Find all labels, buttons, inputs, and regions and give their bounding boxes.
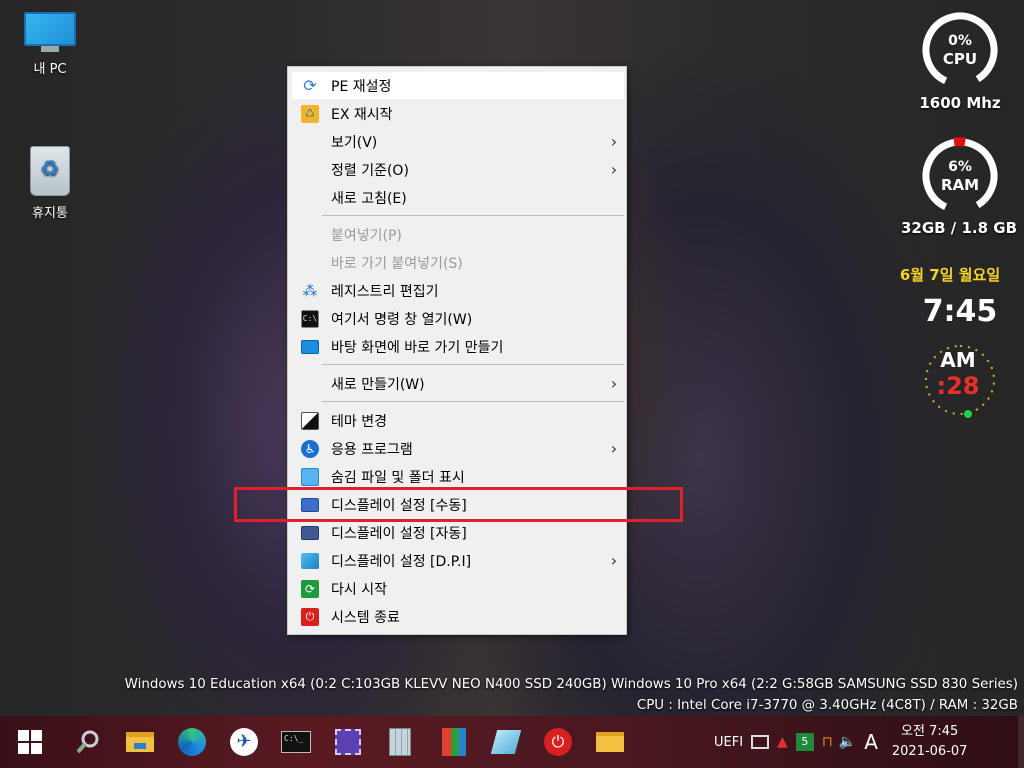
uefi-label: UEFI (714, 734, 744, 750)
cmd-icon: C:\_ (281, 731, 311, 753)
chevron-right-icon: › (610, 132, 618, 151)
sysinfo-line-1: Windows 10 Education x64 (0:2 C:103GB KL… (124, 677, 1018, 692)
search-button[interactable] (70, 725, 106, 759)
taskbar: ✈ C:\_ ⏻ UEFI ▲ 5 ⊓ 🔈 A 오전 7:45 2021-06-… (0, 716, 1024, 768)
this-pc-icon (24, 12, 76, 52)
menu-separator (322, 215, 624, 216)
menu-item-display-dpi[interactable]: 디스플레이 설정 [D.P.I] › (292, 547, 624, 574)
cpu-label: CPU (942, 50, 978, 68)
shortcut-icon (301, 339, 319, 354)
start-icon (18, 730, 42, 754)
taskbar-bird-app[interactable]: ✈ (226, 725, 262, 759)
system-tray: UEFI ▲ 5 ⊓ 🔈 A 오전 7:45 2021-06-07 (714, 716, 967, 768)
widget-time: 7:45 (922, 294, 998, 329)
desktop-icon-label: 내 PC (33, 62, 67, 77)
file-explorer-icon (126, 732, 154, 752)
menu-separator (322, 401, 624, 402)
widget-date: 6월 7일 월요일 (899, 266, 1001, 284)
power-icon: ⏻ (544, 728, 572, 756)
shutdown-icon: ⏻ (301, 607, 319, 626)
desktop-context-menu: ⟳ PE 재설정 ♺ EX 재시작 보기(V) › 정렬 기준(O) › 새로 … (287, 66, 627, 635)
taskbar-folder[interactable] (592, 725, 628, 759)
cpu-percent: 0% (948, 33, 972, 49)
cpu-gauge: 0% CPU (920, 10, 1000, 90)
display-dpi-icon (301, 552, 319, 569)
desktop-icon-this-pc[interactable]: 내 PC (10, 12, 90, 77)
cpu-frequency: 1600 Mhz (919, 94, 1001, 112)
desktop-icon-label: 휴지통 (32, 206, 68, 221)
menu-item-restart[interactable]: ⟳ 다시 시작 (292, 575, 624, 602)
installer-icon (442, 728, 466, 756)
explorer-restart-icon: ♺ (301, 104, 319, 123)
chevron-right-icon: › (610, 551, 618, 570)
display-auto-icon (301, 525, 319, 540)
menu-item-view[interactable]: 보기(V) › (292, 128, 624, 155)
menu-item-paste-shortcut: 바로 가기 붙여넣기(S) (331, 255, 463, 272)
taskbar-file-explorer[interactable] (122, 725, 158, 759)
taskbar-cpu-z[interactable] (330, 725, 366, 759)
ram-label: RAM (940, 176, 980, 194)
tray-date: 2021-06-07 (891, 744, 968, 759)
menu-item-shutdown[interactable]: ⏻ 시스템 종료 (292, 603, 624, 630)
network-icon[interactable] (751, 735, 770, 749)
menu-item-registry-editor[interactable]: ⁂ 레지스트리 편집기 (292, 277, 624, 304)
ime-indicator[interactable]: A (864, 730, 878, 754)
menu-item-sort-by[interactable]: 정렬 기준(O) › (292, 156, 624, 183)
taskbar-notepad[interactable] (488, 725, 524, 759)
chevron-right-icon: › (610, 374, 618, 393)
recycle-bin-icon (30, 146, 70, 196)
sysinfo-line-2: CPU : Intel Core i7-3770 @ 3.40GHz (4C8T… (636, 698, 1018, 713)
taskbar-calculator[interactable] (382, 725, 418, 759)
menu-item-refresh[interactable]: 새로 고침(E) (292, 184, 624, 211)
menu-separator (322, 364, 624, 365)
widget-seconds: :28 (936, 372, 980, 400)
seconds-ring: AM :28 (920, 340, 1000, 420)
accessibility-icon: ♿ (301, 439, 319, 458)
menu-item-create-shortcut[interactable]: 바탕 화면에 바로 가기 만들기 (292, 333, 624, 360)
bird-app-icon: ✈ (230, 728, 258, 756)
start-button[interactable] (12, 725, 48, 759)
taskbar-cmd[interactable]: C:\_ (278, 725, 314, 759)
edge-icon (178, 728, 206, 756)
cmd-icon: C:\ (301, 309, 319, 328)
ram-gauge: 6% RAM (920, 136, 1000, 216)
theme-icon (301, 411, 319, 430)
chevron-right-icon: › (610, 439, 618, 458)
notepad-icon (490, 730, 522, 754)
menu-item-new[interactable]: 새로 만들기(W) › (292, 370, 624, 397)
menu-item-applications[interactable]: ♿ 응용 프로그램 › (292, 435, 624, 462)
menu-item-open-cmd[interactable]: C:\ 여기서 명령 창 열기(W) (292, 305, 624, 332)
chart-icon[interactable]: ▲ (777, 734, 788, 750)
ram-percent: 6% (948, 159, 972, 175)
menu-item-change-theme[interactable]: 테마 변경 (292, 407, 624, 434)
menu-item-display-auto[interactable]: 디스플레이 설정 [자동] (292, 519, 624, 546)
tray-time: 오전 7:45 (901, 724, 959, 739)
restart-icon: ⟳ (301, 579, 319, 598)
cpu-z-icon (335, 729, 361, 755)
registry-icon: ⁂ (302, 281, 318, 300)
usb-icon[interactable]: ⊓ (822, 734, 833, 750)
tray-badge[interactable]: 5 (795, 733, 814, 751)
tray-clock[interactable]: 오전 7:45 2021-06-07 (892, 722, 968, 762)
show-desktop-button[interactable] (1018, 716, 1024, 768)
calculator-icon (389, 728, 411, 756)
menu-item-ex-restart[interactable]: ♺ EX 재시작 (292, 100, 624, 127)
ram-usage: 32GB / 1.8 GB (900, 219, 1018, 237)
highlight-box (234, 487, 683, 522)
search-icon (76, 730, 99, 754)
desktop-icon-recycle-bin[interactable]: 휴지통 (10, 146, 90, 221)
hidden-files-icon (301, 467, 319, 486)
menu-item-pe-reset[interactable]: ⟳ PE 재설정 (292, 72, 624, 99)
folder-icon (596, 732, 624, 752)
taskbar-edge[interactable] (174, 725, 210, 759)
volume-icon[interactable]: 🔈 (839, 734, 856, 750)
taskbar-power[interactable]: ⏻ (540, 725, 576, 759)
refresh-icon: ⟳ (303, 76, 317, 95)
menu-item-show-hidden-files[interactable]: 숨김 파일 및 폴더 표시 (292, 463, 624, 490)
widget-ampm: AM (940, 348, 976, 372)
chevron-right-icon: › (610, 160, 618, 179)
taskbar-installer[interactable] (436, 725, 472, 759)
menu-item-paste: 붙여넣기(P) (331, 227, 402, 244)
